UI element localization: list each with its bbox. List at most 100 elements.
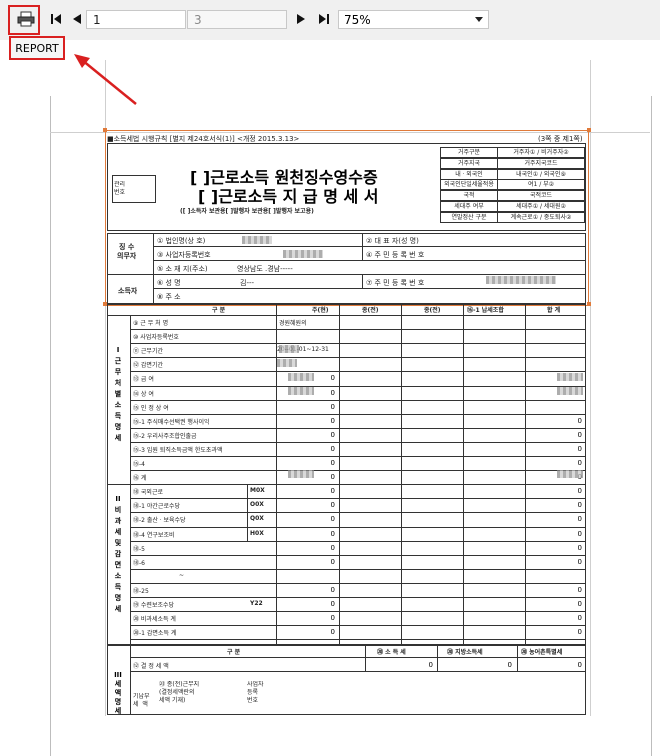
total-value: 0: [577, 416, 582, 425]
viewer-toolbar: 1 3 75%: [0, 0, 660, 41]
tax-table: 구 분 ⑳ 소 득 세 ⑳ 지방소득세 ⑳ 농어촌특별세 ⑫ 결 정 세 액 0 0 0 기납부…: [107, 645, 586, 715]
row-divider: [130, 526, 586, 528]
current-value: 0: [330, 557, 335, 566]
table-divider: [401, 303, 402, 645]
section-divider: [107, 484, 586, 486]
earner-reg: ⑦ 주 민 등 록 번 호: [366, 279, 425, 287]
income-row-label: ⑭ 상 여: [133, 390, 154, 398]
selection-handle[interactable]: [587, 128, 591, 132]
tax-header-rural: ⑳ 농어촌특별세: [521, 649, 563, 656]
income-row-label: ⑨ 근 무 처 명: [133, 320, 169, 327]
redacted-value: [242, 236, 272, 244]
current-value: 0: [330, 487, 335, 496]
dropdown-icon: [475, 17, 483, 22]
nontaxable-code: H0X: [250, 529, 264, 537]
row-divider: [130, 512, 586, 514]
nontaxable-row-label: ⑳ 비과세소득 계: [133, 616, 176, 624]
redacted-value: [288, 373, 314, 381]
current-value: 0: [330, 628, 335, 637]
redacted-value: [279, 345, 299, 353]
payer-row-address: ⑤ 소 재 지(주소): [157, 265, 208, 273]
row-divider: [130, 413, 586, 415]
zoom-value: 75%: [344, 13, 371, 27]
prev-page-button[interactable]: [70, 8, 84, 30]
last-page-button[interactable]: [316, 8, 332, 30]
payer-rep: ② 대 표 자(성 명): [366, 237, 419, 245]
nontaxable-code: Q0X: [250, 515, 264, 523]
first-page-icon: [51, 14, 61, 24]
current-value: 0: [330, 501, 335, 510]
total-value: 0: [577, 501, 582, 510]
annotation-arrow: [74, 54, 137, 105]
table-divider: [276, 303, 277, 645]
table-divider: [437, 645, 438, 671]
row-divider: [130, 456, 586, 457]
manage-no-label: 관리 번호: [114, 181, 126, 196]
income-row-label: ⑬ 급 여: [133, 376, 154, 384]
selection-handle[interactable]: [587, 302, 591, 306]
payer-reg: ④ 주 민 등 록 번 호: [366, 251, 425, 259]
info-value-cell: 거주지국코드: [497, 157, 585, 169]
next-page-button[interactable]: [294, 8, 308, 30]
total-value: 0: [577, 543, 582, 552]
payer-address-value: 영상남도 .경남-----: [237, 265, 293, 273]
nontaxable-row-label: ⑳-1 감면소득 계: [133, 630, 177, 638]
income-row-label: ⑫ 감면기간: [133, 362, 163, 370]
current-page-input[interactable]: 1: [86, 10, 186, 29]
table-divider: [130, 315, 131, 645]
income-row-label: ⑮-4: [133, 461, 145, 468]
row-divider: [130, 582, 586, 584]
nontaxable-code: Y22: [250, 600, 263, 607]
row-divider: [130, 343, 586, 345]
income-header-total: 합 계: [547, 307, 561, 314]
row-divider: [130, 498, 586, 500]
print-highlight-box: [8, 5, 40, 35]
nontaxable-row-label: ⑱-6: [133, 559, 145, 567]
nontaxable-row-label: ⑱ 국외근로: [133, 489, 163, 497]
income-row-label: ⑮-3 임원 퇴직소득금액 한도초과액: [133, 446, 223, 454]
row-divider: [130, 357, 586, 359]
info-value-cell: 여1 / 부②: [497, 179, 585, 191]
info-label-cell: 국적: [440, 190, 498, 202]
tax-bizno-label: 사업자 등록 번호: [247, 681, 264, 704]
title-statement: [ ]근로소득 지 급 명 세 서: [198, 187, 379, 206]
income-header-current: 주(현): [312, 307, 329, 314]
selection-handle[interactable]: [103, 128, 107, 132]
income-row-label: ⑯ 계: [133, 475, 147, 483]
nontaxable-row-label: ⑱-5: [133, 545, 145, 553]
tax-header-label: 구 분: [227, 649, 241, 656]
info-value-cell: 내국인① / 외국인⑨: [497, 168, 585, 180]
nontaxable-row-label: ⑲ 수련보조수당: [133, 602, 175, 609]
tax-value: 0: [577, 661, 582, 669]
last-page-icon: [319, 14, 329, 24]
current-value: 0: [330, 402, 335, 411]
income-table: 구 분 주(현) 종(전) 종(전) ⑯-1 납세조합 합 계 ⑨ 근 무 처 명 ⑩ 사업자…: [107, 303, 586, 645]
current-value: 0: [330, 600, 335, 608]
row-divider: [130, 427, 586, 429]
prev-page-icon: [73, 14, 81, 24]
total-value: 0: [577, 487, 582, 496]
table-divider: [130, 645, 131, 715]
row-divider: [130, 441, 586, 443]
report-tab[interactable]: REPORT: [9, 36, 65, 60]
payer-row-corp: ① 법인명(상 호): [157, 237, 206, 245]
current-value: 0: [330, 416, 335, 425]
earner-name-value: 김---: [240, 279, 255, 287]
total-value: 0: [577, 459, 582, 467]
current-value: 0: [330, 459, 335, 467]
current-value: 0: [330, 515, 335, 524]
total-value: 0: [577, 585, 582, 594]
nontaxable-row-label: ⑱-1 야간근로수당: [133, 503, 181, 511]
redacted-value: [288, 387, 314, 395]
first-page-button[interactable]: [48, 8, 64, 30]
zoom-select[interactable]: 75%: [338, 10, 489, 29]
nontaxable-row-label: ⑱-2 출산ㆍ보육수당: [133, 517, 186, 525]
tax-header-income: ⑳ 소 득 세: [377, 649, 406, 656]
info-label-cell: 내ㆍ외국인: [440, 168, 498, 180]
row-divider: [130, 597, 586, 598]
income-header-union: ⑯-1 납세조합: [467, 307, 504, 314]
earner-address-row: ⑧ 주 소: [157, 293, 181, 301]
nontaxable-row-label: ⑱-4 연구보조비: [133, 531, 175, 539]
table-divider: [339, 303, 340, 645]
info-value-cell: 거주자① / 비거주자②: [497, 147, 585, 158]
